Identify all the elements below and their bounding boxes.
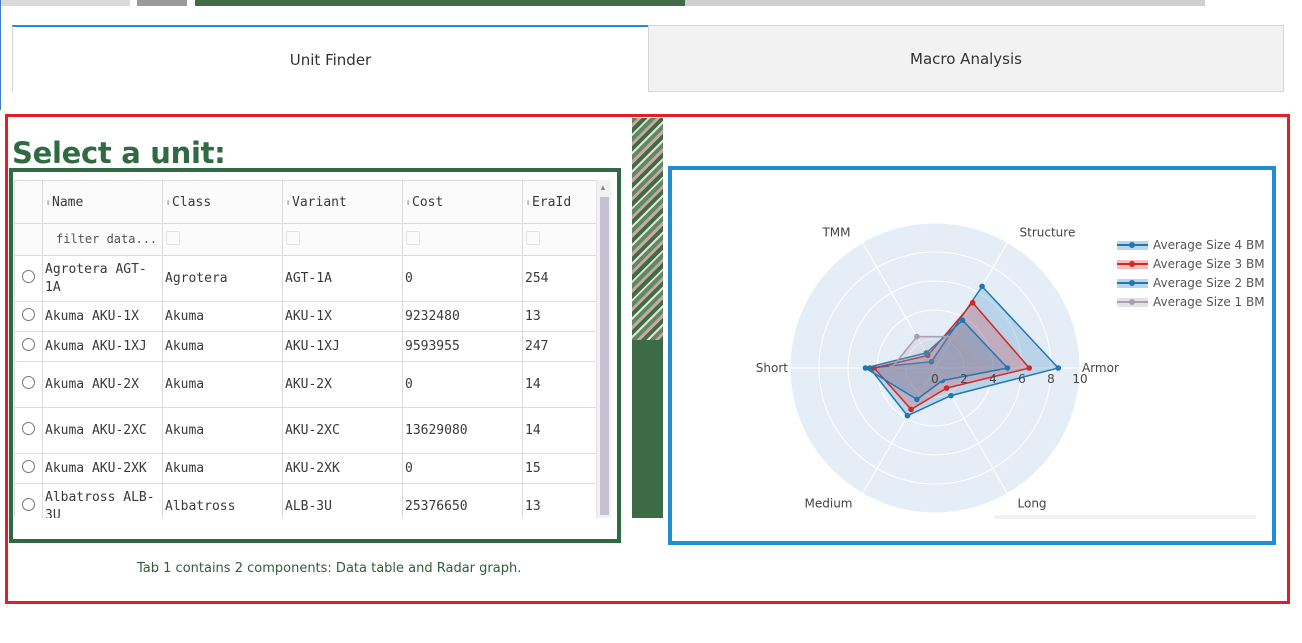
legend-marker bbox=[1129, 280, 1135, 286]
series-point bbox=[904, 412, 911, 419]
tab-unit-finder[interactable]: Unit Finder bbox=[12, 25, 648, 92]
series-point bbox=[914, 396, 920, 403]
radial-tick-label: 6 bbox=[1018, 372, 1026, 386]
series-point bbox=[950, 333, 956, 340]
chart-footer-bar bbox=[994, 515, 1256, 519]
series-point bbox=[888, 365, 895, 371]
tab-macro-analysis-label: Macro Analysis bbox=[910, 49, 1022, 68]
radial-tick-label: 8 bbox=[1047, 372, 1055, 386]
radial-tick-label: 0 bbox=[931, 372, 939, 386]
radial-tick-label: 4 bbox=[989, 372, 997, 386]
tab-unit-finder-label: Unit Finder bbox=[289, 50, 372, 69]
series-point bbox=[938, 375, 944, 381]
legend-item-label: Average Size 3 BM bbox=[1153, 257, 1265, 271]
caption: Tab 1 contains 2 components: Data table … bbox=[137, 561, 522, 576]
background-map-strip bbox=[0, 0, 1302, 6]
radial-tick-label: 2 bbox=[960, 372, 968, 386]
page-edge bbox=[0, 0, 1, 110]
axis-label-short: Short bbox=[756, 361, 788, 375]
axis-label-armor: Armor bbox=[1082, 361, 1119, 375]
series-point bbox=[959, 317, 966, 324]
axis-label-long: Long bbox=[1018, 497, 1047, 511]
tab-macro-analysis[interactable]: Macro Analysis bbox=[648, 25, 1284, 92]
series-point bbox=[862, 365, 869, 371]
axis-label-tmm: TMM bbox=[821, 225, 850, 239]
legend-marker bbox=[1129, 299, 1135, 305]
axis-label-structure: Structure bbox=[1020, 225, 1076, 239]
legend-marker bbox=[1129, 261, 1135, 267]
series-point bbox=[943, 385, 950, 391]
legend-marker bbox=[1129, 242, 1135, 248]
chart-legend[interactable]: Average Size 4 BM Average Size 3 BM Averag… bbox=[1117, 238, 1265, 309]
series-point bbox=[1026, 365, 1033, 371]
series-point bbox=[1055, 365, 1062, 371]
series-point bbox=[919, 387, 925, 394]
series-point bbox=[982, 365, 989, 371]
legend-item-label: Average Size 1 BM bbox=[1153, 295, 1265, 309]
tab-bar: Unit Finder Macro Analysis bbox=[12, 25, 1284, 92]
legend-item-label: Average Size 2 BM bbox=[1153, 276, 1265, 290]
radar-chart[interactable]: 0 2 4 6 8 10 ArmorStructureTMMShortMedium Long… bbox=[672, 170, 1272, 541]
axis-label-medium: Medium bbox=[805, 497, 853, 511]
series-point bbox=[1004, 365, 1011, 371]
legend-item-label: Average Size 4 BM bbox=[1153, 238, 1265, 252]
series-point bbox=[969, 299, 976, 306]
series-point bbox=[914, 333, 920, 340]
data-table-outline bbox=[9, 168, 621, 543]
series-point bbox=[979, 283, 985, 290]
series-point bbox=[908, 406, 914, 413]
series-point bbox=[948, 392, 954, 399]
